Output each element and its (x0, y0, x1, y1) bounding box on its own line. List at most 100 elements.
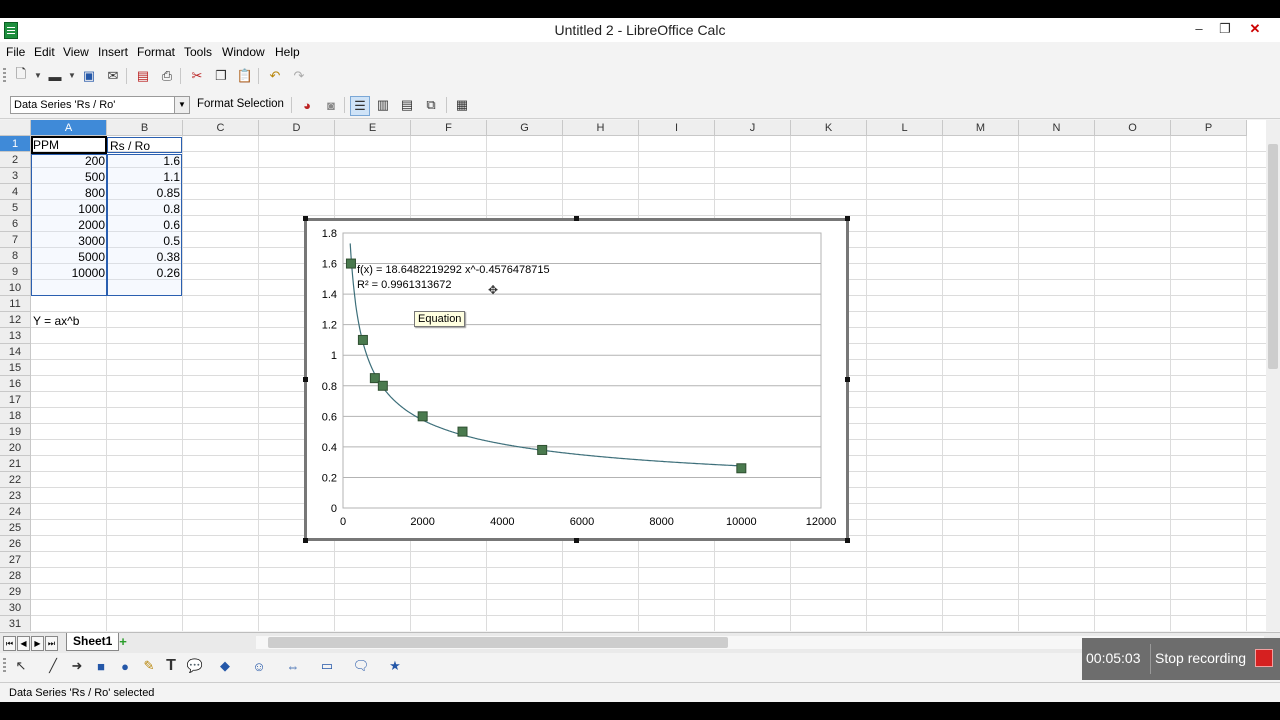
legend-icon[interactable]: ▤ (398, 96, 416, 114)
line-arrow-icon[interactable]: ➜ (68, 657, 86, 675)
chart-object[interactable]: 0 0.2 0.4 0.6 0.8 1 1.2 1.4 1.6 1.8 0 2000 4000 6000… (304, 218, 849, 541)
cell-ppm[interactable]: 2000 (31, 217, 107, 233)
menu-edit[interactable]: Edit (34, 45, 55, 59)
row-header[interactable]: 27 (0, 552, 31, 568)
cell-rsro[interactable]: 1.1 (107, 169, 182, 185)
text-icon[interactable]: T (162, 657, 180, 675)
last-sheet-icon[interactable]: ⏭ (45, 636, 58, 651)
corner-select-all[interactable] (0, 120, 31, 136)
horizontal-scroll-thumb[interactable] (268, 637, 728, 648)
data-point[interactable] (457, 426, 468, 437)
data-point[interactable] (357, 334, 368, 345)
cell-ppm[interactable]: 200 (31, 153, 107, 169)
restore-button[interactable]: ❐ (1210, 18, 1240, 40)
row-header[interactable]: 7 (0, 232, 31, 248)
column-header[interactable]: I (639, 120, 715, 136)
column-header[interactable]: J (715, 120, 791, 136)
chart-handle[interactable] (574, 216, 579, 221)
row-header[interactable]: 28 (0, 568, 31, 584)
row-header[interactable]: 29 (0, 584, 31, 600)
cell-ppm[interactable]: 800 (31, 185, 107, 201)
data-point[interactable] (417, 411, 428, 422)
auto-layout-icon[interactable]: ▦ (453, 96, 471, 114)
new-dropdown-icon[interactable]: ▼ (34, 71, 42, 80)
row-header[interactable]: 21 (0, 456, 31, 472)
row-header[interactable]: 30 (0, 600, 31, 616)
undo-icon[interactable]: ↶ (266, 67, 284, 85)
cell-ppm[interactable]: 10000 (31, 265, 107, 281)
cell-ppm[interactable]: 5000 (31, 249, 107, 265)
data-point[interactable] (345, 258, 356, 269)
row-header[interactable]: 5 (0, 200, 31, 216)
redo-icon[interactable]: ↷ (290, 67, 308, 85)
tab-sheet1[interactable]: Sheet1 (66, 633, 120, 651)
row-header[interactable]: 9 (0, 264, 31, 280)
cell-rsro[interactable]: 0.38 (107, 249, 182, 265)
vertical-scroll-thumb[interactable] (1268, 144, 1278, 369)
vertical-grids-icon[interactable]: ▥ (374, 96, 392, 114)
column-header[interactable]: C (183, 120, 259, 136)
block-arrows-icon[interactable]: ⇔ (284, 657, 302, 675)
menu-tools[interactable]: Tools (184, 45, 212, 59)
cell-ppm[interactable]: 500 (31, 169, 107, 185)
next-sheet-icon[interactable]: ▶ (31, 636, 44, 651)
menu-format[interactable]: Format (137, 45, 175, 59)
column-header[interactable]: L (867, 120, 943, 136)
row-header[interactable]: 2 (0, 152, 31, 168)
cell-rsro[interactable]: 0.6 (107, 217, 182, 233)
cell-rsro[interactable]: 1.6 (107, 153, 182, 169)
chart-type-icon[interactable]: ◕ (298, 96, 316, 114)
symbol-shapes-icon[interactable]: ☺ (250, 657, 268, 675)
row-header[interactable]: 25 (0, 520, 31, 536)
column-header[interactable]: M (943, 120, 1019, 136)
row-header[interactable]: 4 (0, 184, 31, 200)
chart-handle[interactable] (303, 377, 308, 382)
column-header[interactable]: F (411, 120, 487, 136)
stars-icon[interactable]: ★ (386, 657, 404, 675)
print-icon[interactable]: ⎙ (158, 67, 176, 85)
save-icon[interactable]: ▣ (80, 67, 98, 85)
spreadsheet-grid[interactable]: ABCDEFGHIJKLMNOP 1 2 3 4 5 6 7 8 9 10 11 12 13 14 15 16… (0, 120, 1266, 631)
column-header[interactable]: P (1171, 120, 1247, 136)
cell-ppm[interactable]: 1000 (31, 201, 107, 217)
cell-A1[interactable]: PPM (31, 137, 107, 153)
add-sheet-icon[interactable]: + (116, 635, 130, 649)
column-header[interactable]: B (107, 120, 183, 136)
paste-icon[interactable]: 📋 (236, 67, 254, 85)
column-header[interactable]: N (1019, 120, 1095, 136)
chart-handle[interactable] (574, 538, 579, 543)
ellipse-icon[interactable]: ● (116, 657, 134, 675)
column-header[interactable]: O (1095, 120, 1171, 136)
format-selection-button[interactable]: Format Selection (197, 98, 284, 110)
basic-shapes-icon[interactable]: ◆ (216, 657, 234, 675)
chart-handle[interactable] (845, 216, 850, 221)
chart-handle[interactable] (303, 538, 308, 543)
menu-window[interactable]: Window (222, 45, 265, 59)
trendline-r-squared[interactable]: R² = 0.9961313672 (357, 279, 452, 291)
freeform-icon[interactable]: ✎ (140, 657, 158, 675)
cell-ppm[interactable]: 3000 (31, 233, 107, 249)
row-header[interactable]: 13 (0, 328, 31, 344)
email-icon[interactable]: ✉ (104, 67, 122, 85)
cell-rsro[interactable]: 0.26 (107, 265, 182, 281)
row-header[interactable]: 19 (0, 424, 31, 440)
first-sheet-icon[interactable]: ⏮ (3, 636, 16, 651)
row-header[interactable]: 20 (0, 440, 31, 456)
stop-recording-icon[interactable] (1255, 649, 1273, 667)
chart-handle[interactable] (845, 377, 850, 382)
row-header[interactable]: 23 (0, 488, 31, 504)
chart-wall-icon[interactable]: ◙ (322, 96, 340, 114)
column-header[interactable]: K (791, 120, 867, 136)
cut-icon[interactable]: ✂ (188, 67, 206, 85)
row-header[interactable]: 24 (0, 504, 31, 520)
callouts-icon[interactable]: 🗨 (352, 657, 370, 675)
data-point[interactable] (736, 463, 747, 474)
open-dropdown-icon[interactable]: ▼ (68, 71, 76, 80)
cell-rsro[interactable]: 0.8 (107, 201, 182, 217)
select-pointer-icon[interactable]: ↖ (12, 657, 30, 675)
cell-rsro[interactable]: 0.5 (107, 233, 182, 249)
row-header[interactable]: 31 (0, 616, 31, 631)
column-header[interactable]: D (259, 120, 335, 136)
column-header[interactable]: G (487, 120, 563, 136)
chevron-down-icon[interactable]: ▼ (174, 97, 189, 113)
